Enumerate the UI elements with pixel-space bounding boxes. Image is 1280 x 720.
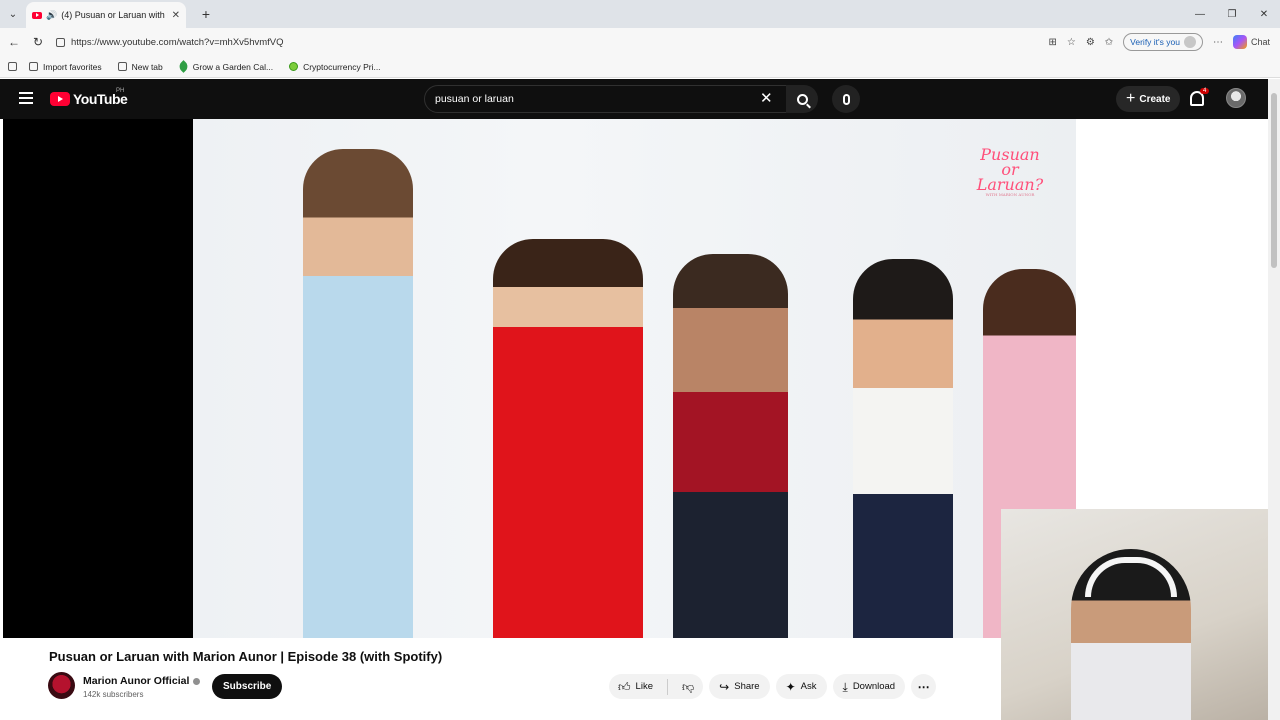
- youtube-header: YouTube PH pusuan or laruan ✕ + Create 4: [0, 79, 1268, 119]
- speaker-icon[interactable]: 🔊: [46, 9, 57, 21]
- plus-icon: +: [1126, 90, 1136, 107]
- tab-title: (4) Pusuan or Laruan with Ma: [61, 10, 167, 20]
- like-dislike-group: 👍︎ Like 👎︎: [609, 674, 704, 699]
- menu-icon[interactable]: [19, 92, 33, 104]
- channel-avatar[interactable]: [48, 672, 75, 699]
- share-button[interactable]: ↪ Share: [709, 674, 770, 699]
- reading-view-icon[interactable]: [8, 62, 17, 71]
- search-input[interactable]: pusuan or laruan: [424, 85, 788, 113]
- search-icon: [796, 93, 808, 105]
- site-info-icon[interactable]: [56, 37, 65, 47]
- thumbs-up-icon: 👍︎: [618, 679, 631, 694]
- verify-label: Verify it's you: [1130, 37, 1180, 47]
- leaf-icon: [176, 60, 190, 73]
- thumbs-down-icon: 👎︎: [681, 679, 695, 694]
- video-title: Pusuan or Laruan with Marion Aunor | Epi…: [49, 649, 443, 664]
- url-field[interactable]: https://www.youtube.com/watch?v=mhXv5hvm…: [52, 32, 1122, 52]
- address-bar-row: ← ↻ https://www.youtube.com/watch?v=mhXv…: [0, 28, 1280, 56]
- video-figure-man: [303, 149, 413, 638]
- download-button[interactable]: ⤓ Download: [832, 674, 906, 699]
- verify-button[interactable]: Verify it's you: [1123, 33, 1203, 51]
- favorite-label: Import favorites: [43, 61, 102, 72]
- share-label: Share: [734, 681, 760, 692]
- favorite-star-icon[interactable]: ☆: [1067, 37, 1076, 48]
- favorite-label: Grow a Garden Cal...: [192, 61, 274, 72]
- new-tab-button[interactable]: +: [194, 6, 218, 22]
- channel-name[interactable]: Marion Aunor Official: [83, 675, 201, 687]
- coin-icon: [289, 62, 299, 71]
- page-scrollbar[interactable]: [1268, 79, 1280, 720]
- scrollbar-thumb[interactable]: [1271, 93, 1277, 268]
- browser-tab[interactable]: 🔊 (4) Pusuan or Laruan with Ma ✕: [26, 2, 186, 28]
- address-bar-tools: ⊞ ☆ ⚙ ✩ Verify it's you ⋯ Chat: [1048, 28, 1280, 56]
- account-avatar[interactable]: [1226, 88, 1246, 108]
- ask-button[interactable]: ✦ Ask: [775, 674, 827, 699]
- window-controls: — ❐ ✕: [1184, 0, 1280, 28]
- download-label: Download: [852, 681, 896, 692]
- video-frame[interactable]: Pusuan or Laruan? WITH MARION AUNOR: [193, 119, 1076, 638]
- close-tab-icon[interactable]: ✕: [172, 10, 180, 21]
- import-icon: [29, 62, 38, 71]
- voice-search-button[interactable]: [832, 85, 860, 113]
- chat-label[interactable]: Chat: [1251, 37, 1270, 47]
- favorite-new-tab[interactable]: New tab: [117, 61, 163, 72]
- create-button[interactable]: + Create: [1116, 86, 1181, 112]
- search-value: pusuan or laruan: [435, 93, 514, 105]
- favorite-crypto[interactable]: Cryptocurrency Pri...: [289, 61, 381, 72]
- profile-avatar: [1183, 36, 1196, 48]
- favorite-label: New tab: [131, 61, 163, 72]
- tab-actions-menu-icon[interactable]: ⌄: [0, 0, 26, 28]
- video-figure-woman-white-top: [853, 259, 953, 638]
- restore-icon[interactable]: ❐: [1216, 0, 1248, 28]
- close-window-icon[interactable]: ✕: [1248, 0, 1280, 28]
- ask-label: Ask: [800, 681, 817, 692]
- more-menu-icon[interactable]: ⋯: [1213, 37, 1223, 48]
- reload-button[interactable]: ↻: [26, 35, 50, 49]
- like-label: Like: [635, 681, 653, 692]
- verified-badge-icon: [193, 677, 201, 685]
- overlay-brand-text: Pusuan or Laruan?: [976, 145, 1044, 194]
- favorite-grow-garden[interactable]: Grow a Garden Cal...: [176, 60, 274, 73]
- more-actions-button[interactable]: ⋯: [911, 674, 937, 699]
- url-text: https://www.youtube.com/watch?v=mhXv5hvm…: [71, 36, 284, 48]
- browser-tabstrip: ⌄ 🔊 (4) Pusuan or Laruan with Ma ✕ + — ❐…: [0, 0, 1280, 28]
- favorites-bar: Import favorites New tab Grow a Garden C…: [0, 56, 1280, 78]
- notification-badge: 4: [1200, 88, 1210, 94]
- minimize-icon[interactable]: —: [1184, 0, 1216, 28]
- microphone-icon: [842, 93, 850, 105]
- subscribe-button[interactable]: Subscribe: [212, 674, 283, 699]
- favorite-label: Cryptocurrency Pri...: [303, 61, 381, 72]
- copilot-icon[interactable]: [1232, 35, 1247, 49]
- divider: [666, 678, 668, 695]
- like-button[interactable]: 👍︎ Like: [609, 674, 662, 699]
- dislike-button[interactable]: 👎︎: [673, 674, 703, 699]
- sparkle-icon: ✦: [785, 679, 796, 694]
- show-logo-overlay: Pusuan or Laruan? WITH MARION AUNOR: [970, 147, 1050, 198]
- back-button[interactable]: ←: [2, 35, 26, 49]
- create-label: Create: [1139, 93, 1171, 105]
- apps-icon[interactable]: ⊞: [1048, 37, 1056, 48]
- clear-search-icon[interactable]: ✕: [760, 89, 773, 107]
- share-icon: ↪: [719, 679, 730, 694]
- video-figure-woman-red-top: [673, 254, 788, 638]
- favorite-import[interactable]: Import favorites: [29, 62, 102, 72]
- channel-name-text: Marion Aunor Official: [83, 675, 190, 687]
- youtube-play-icon: [50, 92, 70, 106]
- page-icon: [117, 62, 127, 71]
- download-icon: ⤓: [842, 679, 848, 694]
- video-actions: 👍︎ Like 👎︎ ↪ Share ✦ Ask ⤓ Download ⋯: [609, 674, 937, 699]
- webcam-overlay: [1001, 509, 1280, 720]
- youtube-favicon-icon: [32, 11, 42, 19]
- country-code: PH: [116, 88, 125, 94]
- subscriber-count: 142k subscribers: [83, 690, 144, 699]
- favorites-icon[interactable]: ✩: [1105, 37, 1113, 48]
- video-figure-host: [493, 239, 643, 638]
- search-button[interactable]: [786, 85, 818, 113]
- extensions-icon[interactable]: ⚙: [1086, 37, 1095, 48]
